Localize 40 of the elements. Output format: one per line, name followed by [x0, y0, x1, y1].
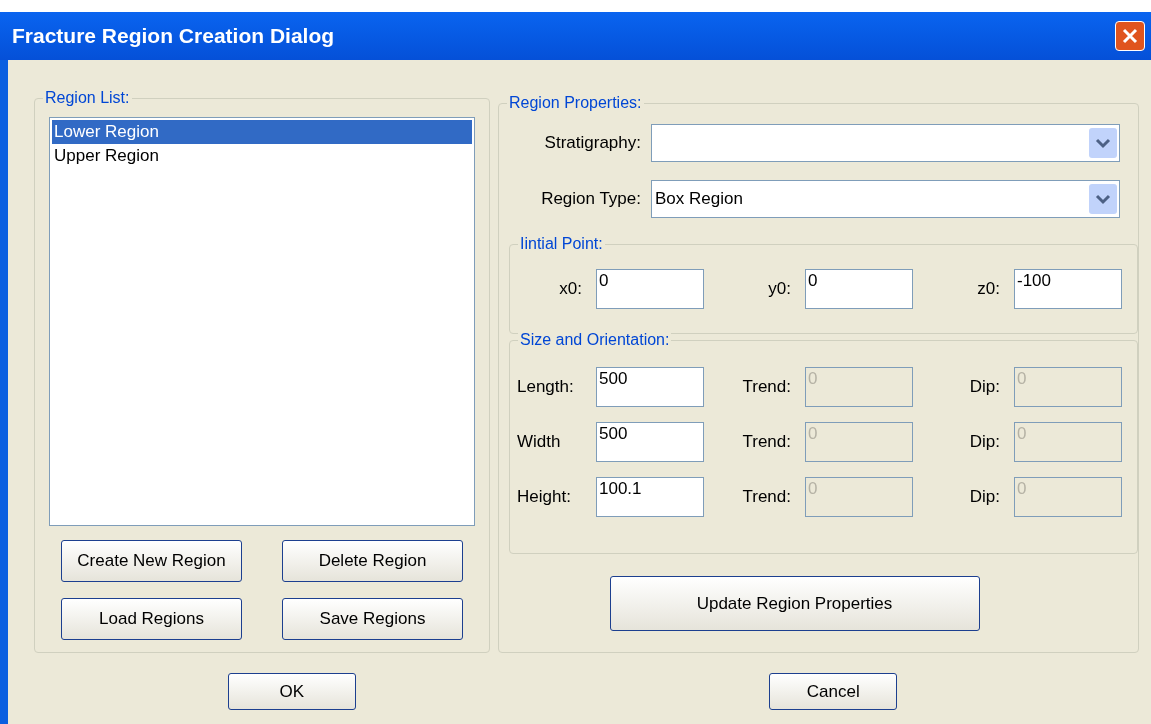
list-item[interactable]: Lower Region: [52, 120, 472, 144]
field-label: Trend:: [741, 486, 792, 509]
button[interactable]: Update Region Properties: [609, 576, 980, 631]
field-label: Dip:: [968, 376, 1001, 399]
field-label: y0:: [767, 278, 792, 301]
group-legend: Region Properties:: [507, 93, 644, 113]
field-label: Region Type:: [540, 188, 642, 211]
chevron-down-icon: [1089, 128, 1117, 158]
text-field[interactable]: 0: [805, 269, 913, 309]
button[interactable]: Delete Region: [282, 540, 463, 582]
field-label: Trend:: [741, 431, 792, 454]
field-label: Height:: [516, 486, 572, 509]
field-label: x0:: [558, 278, 583, 301]
button[interactable]: OK: [227, 673, 356, 710]
close-icon: [1121, 27, 1139, 45]
dropdown-value: Box Region: [655, 188, 743, 211]
window-title: Fracture Region Creation Dialog: [12, 23, 335, 50]
text-field[interactable]: 500: [596, 422, 704, 462]
text-field[interactable]: 0: [596, 269, 704, 309]
field-label: Length:: [516, 376, 575, 399]
field-label: Dip:: [968, 431, 1001, 454]
dropdown[interactable]: [651, 124, 1120, 162]
field-label: Dip:: [968, 486, 1001, 509]
field-label: Stratigraphy:: [543, 132, 642, 155]
field-label: Width: [516, 431, 562, 454]
button[interactable]: Save Regions: [282, 598, 463, 640]
chevron-down-icon: [1089, 184, 1117, 214]
text-field[interactable]: -100: [1014, 269, 1122, 309]
button[interactable]: Create New Region: [61, 540, 242, 582]
text-field[interactable]: 500: [596, 367, 704, 407]
group-legend: Region List:: [43, 88, 132, 108]
close-button[interactable]: [1115, 21, 1145, 51]
region-listbox[interactable]: Lower Region Upper Region: [49, 117, 475, 526]
button[interactable]: Load Regions: [61, 598, 242, 640]
field-label: z0:: [976, 278, 1001, 301]
field-label: Trend:: [741, 376, 792, 399]
button[interactable]: Cancel: [769, 673, 898, 710]
dropdown[interactable]: Box Region: [651, 180, 1120, 218]
list-item[interactable]: Upper Region: [52, 144, 472, 168]
text-field[interactable]: 100.1: [596, 477, 704, 517]
